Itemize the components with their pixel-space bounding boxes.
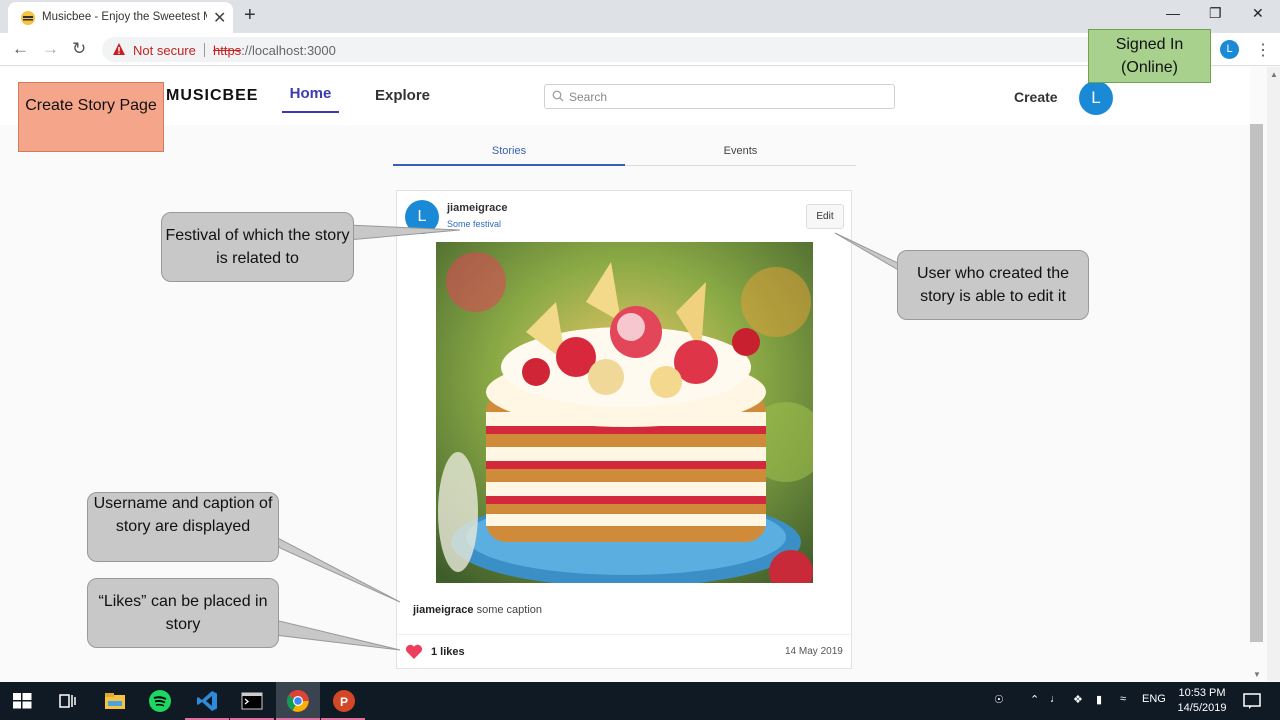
browser-profile-avatar[interactable]: L [1220,40,1239,59]
chrome-icon[interactable] [286,689,310,713]
card-divider [397,634,851,635]
taskbar-clock[interactable]: 10:53 PM 14/5/2019 [1172,686,1232,716]
clock-date: 14/5/2019 [1177,702,1227,714]
story-festival-link[interactable]: Some festival [447,219,501,229]
tab-close-icon[interactable]: ✕ [213,8,226,28]
address-bar[interactable]: Not secure https://localhost:3000 [102,37,1212,62]
url-text[interactable]: https://localhost:3000 [213,43,336,58]
nav-explore-link[interactable]: Explore [375,87,430,104]
task-view-icon[interactable] [55,689,79,713]
browser-tab[interactable]: Musicbee - Enjoy the Sweetest M ✕ [8,2,233,33]
back-icon[interactable]: ← [12,39,29,59]
window-close-icon[interactable]: ✕ [1252,5,1264,22]
edit-story-button[interactable]: Edit [806,204,844,229]
battery-icon[interactable]: ▮ [1096,693,1102,706]
minimize-icon[interactable]: — [1166,5,1180,21]
create-link[interactable]: Create [1014,89,1058,105]
festival-callout: Festival of which the story is related t… [161,212,354,282]
scroll-up-icon[interactable]: ▲ [1270,70,1278,79]
wifi-icon[interactable]: ≈ [1120,693,1126,705]
story-caption: jiameigrace some caption [413,604,542,616]
powerpoint-icon[interactable]: P [332,689,356,713]
scroll-down-icon[interactable]: ▼ [1253,670,1261,679]
search-box [544,84,895,109]
edit-callout: User who created the story is able to ed… [897,250,1089,320]
file-explorer-icon[interactable] [103,689,127,713]
url-host: ://localhost:3000 [241,43,336,58]
not-secure-label: Not secure [133,43,196,58]
new-tab-icon[interactable]: + [244,4,256,27]
windows-start-icon[interactable] [10,689,34,713]
notifications-icon[interactable] [1240,689,1264,713]
tray-expand-icon[interactable]: ⌃ [1030,693,1039,706]
nav-home-link[interactable]: Home [282,85,339,113]
story-date: 14 May 2019 [785,646,843,657]
likes-count: 1 likes [431,646,465,658]
spotify-icon[interactable] [148,689,172,713]
site-header: MUSICBEE Home Explore Create L [0,67,1250,125]
site-logo[interactable]: MUSICBEE [166,87,258,105]
signed-in-annotation: Signed In (Online) [1088,29,1211,83]
browser-menu-icon[interactable]: ⋮ [1255,40,1271,60]
story-author-avatar[interactable]: L [405,200,439,234]
language-indicator[interactable]: ENG [1142,693,1166,705]
clock-time: 10:53 PM [1178,687,1226,699]
svg-text:P: P [340,695,348,709]
search-icon [552,90,564,102]
dropbox-icon[interactable]: ❖ [1073,693,1083,706]
terminal-icon[interactable] [240,689,264,713]
forward-icon[interactable]: → [42,39,59,59]
heart-icon[interactable] [405,644,423,660]
tab-stories[interactable]: Stories [393,140,625,166]
tab-title: Musicbee - Enjoy the Sweetest M [42,11,207,23]
content-tabs: Stories Events [393,140,856,166]
story-author-username[interactable]: jiameigrace [447,202,508,214]
search-input[interactable] [569,88,879,106]
page-scrollbar-track[interactable] [1267,67,1280,681]
likes-callout: “Likes” can be placed in story [87,578,279,648]
tab-events[interactable]: Events [625,140,856,166]
user-avatar[interactable]: L [1079,81,1113,115]
url-scheme: https [213,43,242,58]
musicbee-favicon-icon [21,11,35,25]
reload-icon[interactable]: ↻ [72,39,86,59]
page-title-annotation: Create Story Page [18,82,164,152]
caption-text: some caption [473,604,543,616]
caption-username[interactable]: jiameigrace [413,604,474,616]
vscode-icon[interactable] [195,689,219,713]
volume-icon[interactable]: ♩ [1050,693,1061,705]
page-scrollbar-thumb[interactable] [1250,124,1263,642]
omnibox-divider [204,43,205,57]
restore-icon[interactable]: ❐ [1209,5,1222,22]
story-cake-image [436,242,813,583]
windows-taskbar: P ☉ ⌃ ♩ ❖ ▮ ≈ ENG 10:53 PM 14/5/2019 [0,682,1280,720]
caption-callout: Username and caption of story are displa… [87,492,279,562]
people-icon[interactable]: ☉ [994,693,1004,706]
warning-icon [113,43,125,55]
story-card: L jiameigrace Some festival Edit jiameig… [396,190,852,669]
